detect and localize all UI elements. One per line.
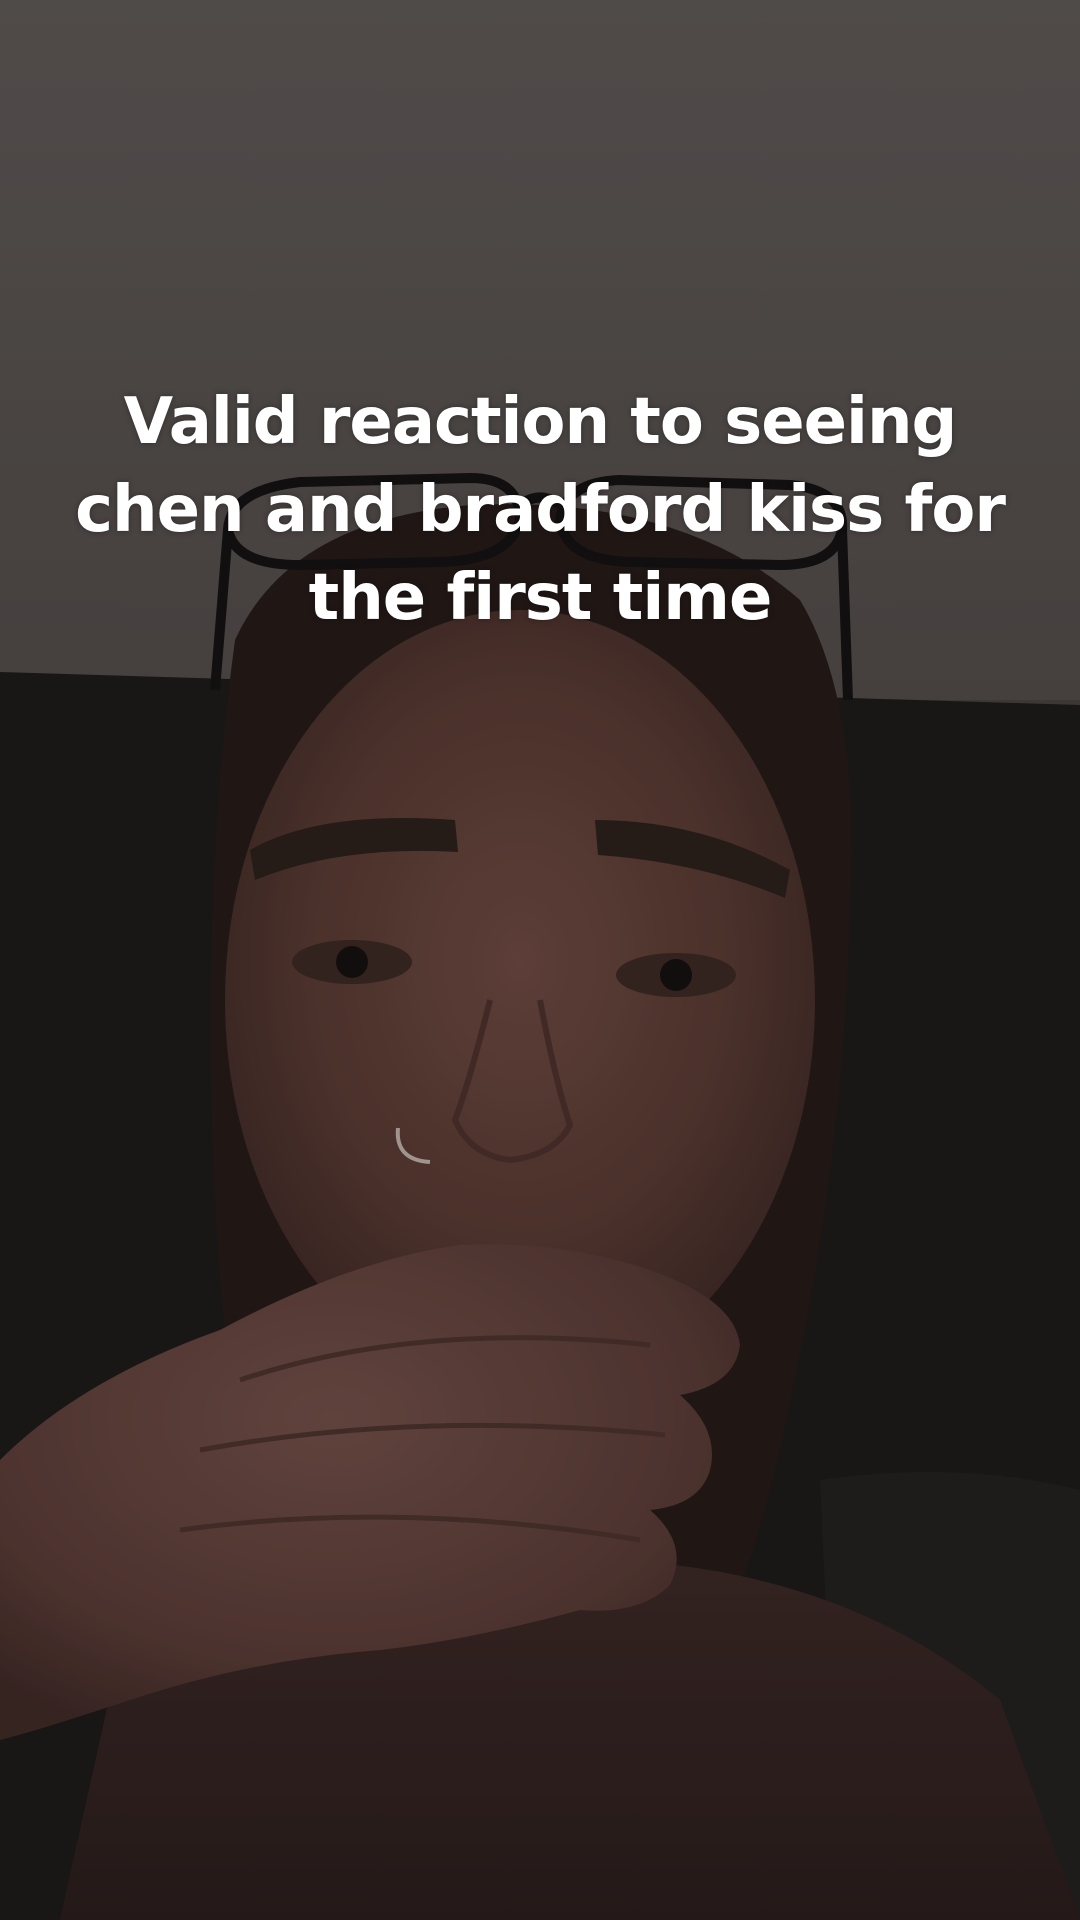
video-frame[interactable]: Valid reaction to seeing chen and bradfo… (0, 0, 1080, 1920)
video-scene (0, 0, 1080, 1920)
video-caption: Valid reaction to seeing chen and bradfo… (75, 385, 1006, 635)
